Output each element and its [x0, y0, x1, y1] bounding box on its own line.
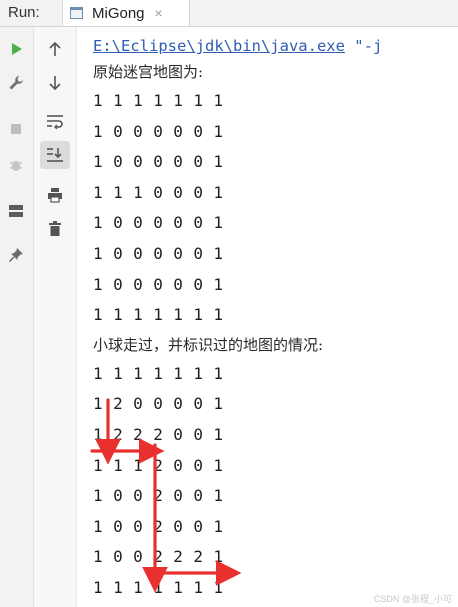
map-row: 1 0 0 2 0 0 1	[93, 486, 224, 506]
map-row: 1 1 1 1 1 1 1	[93, 91, 224, 110]
debug-icon[interactable]	[4, 153, 28, 177]
left-toolbar	[0, 27, 34, 607]
map-row: 1 1 1 1 1 1 1	[93, 305, 224, 325]
window-icon	[70, 7, 83, 19]
command-line: E:\Eclipse\jdk\bin\java.exe "-j	[93, 34, 458, 58]
print-icon[interactable]	[43, 183, 67, 207]
map-row: 1 0 0 0 0 0 1	[93, 213, 224, 233]
tab-migong[interactable]: MiGong ×	[62, 0, 190, 26]
run-tool-window-tabbar: Run: MiGong ×	[0, 0, 458, 27]
map-row: 1 1 1 2 0 0 1	[93, 455, 224, 475]
tab-label: MiGong	[92, 4, 145, 22]
console-toolbar	[34, 27, 77, 607]
trash-icon[interactable]	[43, 217, 67, 241]
map-row: 1 2 2 2 0 0 1	[93, 424, 224, 444]
soft-wrap-icon[interactable]	[43, 109, 67, 133]
map-row: 1 0 0 2 2 2 1	[93, 547, 224, 567]
layout-icon[interactable]	[4, 199, 28, 223]
map-row: 1 0 0 0 0 0 1	[93, 121, 224, 141]
map-row: 1 2 0 0 0 0 1	[93, 394, 224, 414]
console-output[interactable]: E:\Eclipse\jdk\bin\java.exe "-j 原始迷宫地图为:…	[93, 34, 458, 607]
wrench-icon[interactable]	[4, 71, 28, 95]
java-executable-link[interactable]: E:\Eclipse\jdk\bin\java.exe	[93, 37, 345, 55]
original-map-header: 原始迷宫地图为:	[93, 63, 204, 81]
path-map: 1 1 1 1 1 1 1 1 2 0 0 0 0 1 1 2 2 2 0 0 …	[93, 359, 458, 604]
command-args: "-j	[344, 37, 383, 55]
stop-icon[interactable]	[4, 117, 28, 141]
run-icon[interactable]	[4, 37, 28, 61]
run-label: Run:	[8, 4, 40, 21]
close-icon[interactable]: ×	[155, 5, 163, 21]
pin-icon[interactable]	[4, 243, 28, 267]
scroll-to-end-icon[interactable]	[40, 141, 70, 169]
path-map-header: 小球走过，并标识过的地图的情况:	[93, 335, 324, 354]
map-row: 1 1 1 0 0 0 1	[93, 182, 224, 202]
map-row: 1 0 0 0 0 0 1	[93, 274, 224, 294]
map-row: 1 0 0 0 0 0 1	[93, 243, 224, 263]
original-map: 1 1 1 1 1 1 1 1 0 0 0 0 0 1 1 0 0 0 0 0 …	[93, 86, 458, 331]
map-row: 1 1 1 1 1 1 1	[93, 363, 224, 383]
watermark: CSDN @张程_小可	[373, 594, 452, 604]
map-row: 1 0 0 0 0 0 1	[93, 152, 224, 172]
arrow-up-icon[interactable]	[43, 37, 67, 61]
map-row: 1 0 0 2 0 0 1	[93, 516, 224, 536]
arrow-down-icon[interactable]	[43, 71, 67, 95]
